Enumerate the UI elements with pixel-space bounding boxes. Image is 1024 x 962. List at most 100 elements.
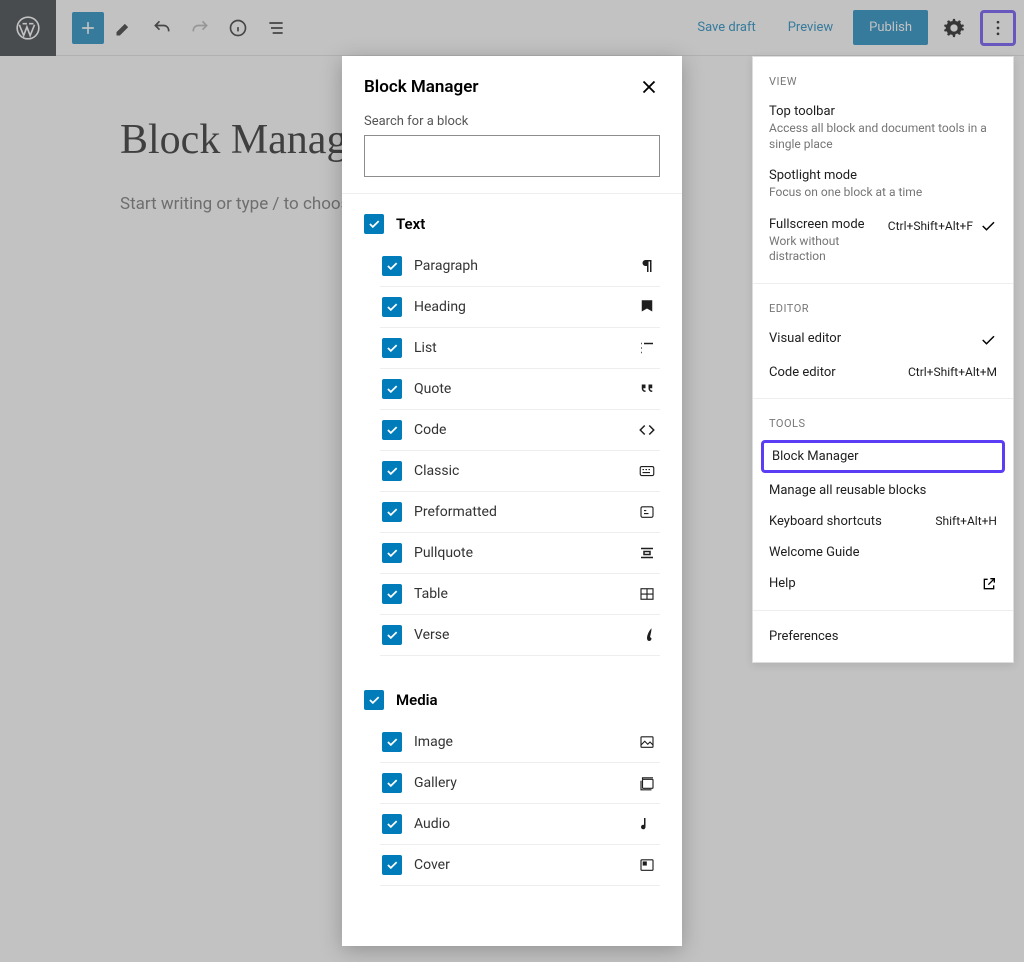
block-label: Code [414,422,636,438]
category-text[interactable]: Text [364,208,660,240]
block-image[interactable]: Image [380,722,660,763]
menu-visual-editor[interactable]: Visual editor [753,323,1013,357]
block-classic[interactable]: Classic [380,451,660,492]
more-options-button[interactable] [980,10,1016,46]
search-label: Search for a block [364,114,660,129]
checkbox-icon[interactable] [382,814,402,834]
block-pullquote[interactable]: Pullquote [380,533,660,574]
paragraph-icon [636,257,658,275]
shortcut: Shift+Alt+H [935,514,997,528]
top-toolbar: Save draft Preview Publish [0,0,1024,56]
checkbox-icon[interactable] [382,379,402,399]
shortcut: Ctrl+Shift+Alt+F [888,219,973,233]
menu-preferences[interactable]: Preferences [753,621,1013,652]
block-label: Verse [414,627,636,643]
block-cover[interactable]: Cover [380,845,660,886]
menu-label: Top toolbar [769,104,997,119]
block-label: Heading [414,299,636,315]
checkbox-icon[interactable] [382,461,402,481]
tools-heading: TOOLS [753,409,1013,438]
block-label: Paragraph [414,258,636,274]
block-label: Cover [414,857,636,873]
menu-top-toolbar[interactable]: Top toolbar Access all block and documen… [753,96,1013,160]
heading-icon [636,298,658,316]
block-label: Classic [414,463,636,479]
checkbox-icon[interactable] [382,773,402,793]
settings-button[interactable] [936,10,972,46]
block-gallery[interactable]: Gallery [380,763,660,804]
outline-button[interactable] [258,10,294,46]
menu-help[interactable]: Help [753,568,1013,600]
wordpress-logo[interactable] [0,0,56,56]
menu-code-editor[interactable]: Code editor Ctrl+Shift+Alt+M [753,357,1013,388]
block-list[interactable]: List [380,328,660,369]
menu-label: Welcome Guide [769,545,860,560]
checkbox-icon[interactable] [382,855,402,875]
checkbox-icon[interactable] [382,732,402,752]
checkbox-icon[interactable] [382,297,402,317]
image-icon [636,733,658,751]
add-block-button[interactable] [72,12,104,44]
edit-tool-button[interactable] [106,10,142,46]
block-manager-modal: Block Manager Search for a block Text Par… [342,56,682,946]
checkbox-icon[interactable] [382,338,402,358]
list-icon [636,339,658,357]
menu-desc: Focus on one block at a time [769,185,922,201]
modal-title: Block Manager [364,77,478,97]
category-media[interactable]: Media [364,684,660,716]
external-icon [981,576,997,592]
block-audio[interactable]: Audio [380,804,660,845]
close-button[interactable] [638,76,660,98]
checkbox-icon[interactable] [364,214,384,234]
block-verse[interactable]: Verse [380,615,660,656]
menu-label: Fullscreen mode [769,217,880,232]
block-preformatted[interactable]: Preformatted [380,492,660,533]
shortcut: Ctrl+Shift+Alt+M [908,365,997,379]
checkbox-icon[interactable] [382,420,402,440]
checkbox-icon[interactable] [364,690,384,710]
block-quote[interactable]: Quote [380,369,660,410]
checkbox-icon[interactable] [382,584,402,604]
block-label: Gallery [414,775,636,791]
menu-keyboard-shortcuts[interactable]: Keyboard shortcuts Shift+Alt+H [753,506,1013,537]
menu-label: Preferences [769,629,838,644]
menu-label: Visual editor [769,331,841,346]
code-icon [636,421,658,439]
block-label: List [414,340,636,356]
block-label: Preformatted [414,504,636,520]
table-icon [636,585,658,603]
block-paragraph[interactable]: Paragraph [380,246,660,287]
menu-desc: Work without distraction [769,234,880,265]
undo-button[interactable] [144,10,180,46]
gallery-icon [636,774,658,792]
info-button[interactable] [220,10,256,46]
publish-button[interactable]: Publish [853,10,928,45]
editor-heading: EDITOR [753,294,1013,323]
check-icon [979,331,997,349]
menu-fullscreen[interactable]: Fullscreen mode Work without distraction… [753,209,1013,273]
block-table[interactable]: Table [380,574,660,615]
menu-desc: Access all block and document tools in a… [769,121,997,152]
menu-reusable-blocks[interactable]: Manage all reusable blocks [753,475,1013,506]
preformatted-icon [636,503,658,521]
checkbox-icon[interactable] [382,256,402,276]
block-code[interactable]: Code [380,410,660,451]
pullquote-icon [636,544,658,562]
menu-block-manager[interactable]: Block Manager [761,440,1005,473]
checkbox-icon[interactable] [382,502,402,522]
menu-label: Spotlight mode [769,168,922,183]
block-heading[interactable]: Heading [380,287,660,328]
menu-spotlight[interactable]: Spotlight mode Focus on one block at a t… [753,160,1013,209]
block-label: Table [414,586,636,602]
audio-icon [636,815,658,833]
preview-button[interactable]: Preview [776,12,845,43]
checkbox-icon[interactable] [382,543,402,563]
block-label: Pullquote [414,545,636,561]
save-draft-button[interactable]: Save draft [685,12,767,43]
verse-icon [636,626,658,644]
search-input[interactable] [364,135,660,177]
quote-icon [636,380,658,398]
checkbox-icon[interactable] [382,625,402,645]
redo-button[interactable] [182,10,218,46]
menu-welcome-guide[interactable]: Welcome Guide [753,537,1013,568]
